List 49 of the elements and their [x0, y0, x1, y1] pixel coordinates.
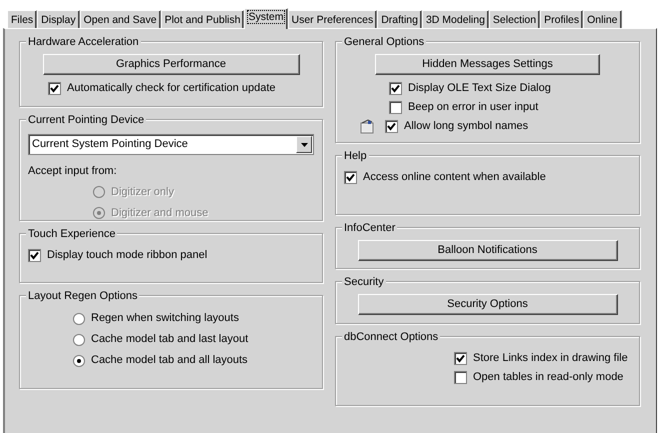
checkbox-label: Beep on error in user input — [408, 100, 538, 116]
push-button[interactable]: Security Options — [358, 294, 618, 315]
tab[interactable]: Plot and Publish — [160, 10, 244, 28]
group-title: General Options — [342, 34, 426, 50]
radio-button[interactable] — [73, 312, 85, 324]
radio-label: Digitizer only — [111, 184, 174, 200]
field-label: Accept input from: — [28, 164, 118, 179]
tab[interactable]: Online — [583, 10, 622, 28]
checkbox-label: Display touch mode ribbon panel — [47, 248, 208, 264]
checkbox[interactable] — [28, 249, 41, 262]
radio-label: Cache model tab and all layouts — [91, 353, 248, 368]
radio-label: Regen when switching layouts — [91, 311, 239, 326]
radio-button[interactable] — [73, 334, 85, 346]
checkbox-label: Allow long symbol names — [404, 119, 528, 134]
tab[interactable]: Selection — [488, 10, 540, 28]
checkbox[interactable] — [454, 352, 467, 365]
push-button[interactable]: Graphics Performance — [42, 54, 300, 75]
checkbox[interactable] — [389, 82, 402, 95]
checkbox[interactable] — [48, 82, 61, 95]
dropdown-field[interactable]: Current System Pointing Device — [28, 134, 314, 155]
checkbox-label: Automatically check for certification update — [67, 81, 276, 96]
group-title: dbConnect Options — [342, 329, 440, 346]
checkbox-label: Access online content when available — [363, 170, 546, 186]
tab[interactable]: Drafting — [377, 10, 422, 28]
tab[interactable]: Display — [37, 10, 80, 28]
radio-label: Digitizer and mouse — [111, 206, 208, 221]
tab[interactable]: 3D Modeling — [422, 10, 489, 28]
push-button[interactable]: Hidden Messages Settings — [375, 54, 600, 75]
caret-icon — [300, 142, 308, 146]
tab[interactable]: Open and Save — [80, 10, 161, 28]
checkbox[interactable] — [385, 120, 398, 133]
group-title: Help — [342, 148, 369, 164]
group-title: Layout Regen Options — [26, 288, 140, 304]
tab[interactable]: System — [244, 8, 288, 29]
checkbox[interactable] — [454, 371, 467, 384]
tab[interactable]: User Preferences — [288, 10, 378, 28]
group-title: Touch Experience — [26, 226, 118, 242]
checkbox-label: Display OLE Text Size Dialog — [408, 81, 551, 96]
tab[interactable]: Files — [7, 10, 38, 28]
checkbox-label: Open tables in read-only mode — [473, 370, 624, 386]
radio-label: Cache model tab and last layout — [91, 332, 248, 348]
group-title: Security — [342, 274, 386, 290]
checkbox[interactable] — [344, 171, 357, 184]
tab[interactable]: Profiles — [540, 10, 584, 28]
checkbox-label: Store Links index in drawing file — [473, 351, 628, 366]
checkbox[interactable] — [389, 101, 402, 114]
radio-button[interactable] — [73, 354, 85, 366]
group-title: Current Pointing Device — [26, 112, 146, 128]
push-button[interactable]: Balloon Notifications — [358, 240, 618, 261]
